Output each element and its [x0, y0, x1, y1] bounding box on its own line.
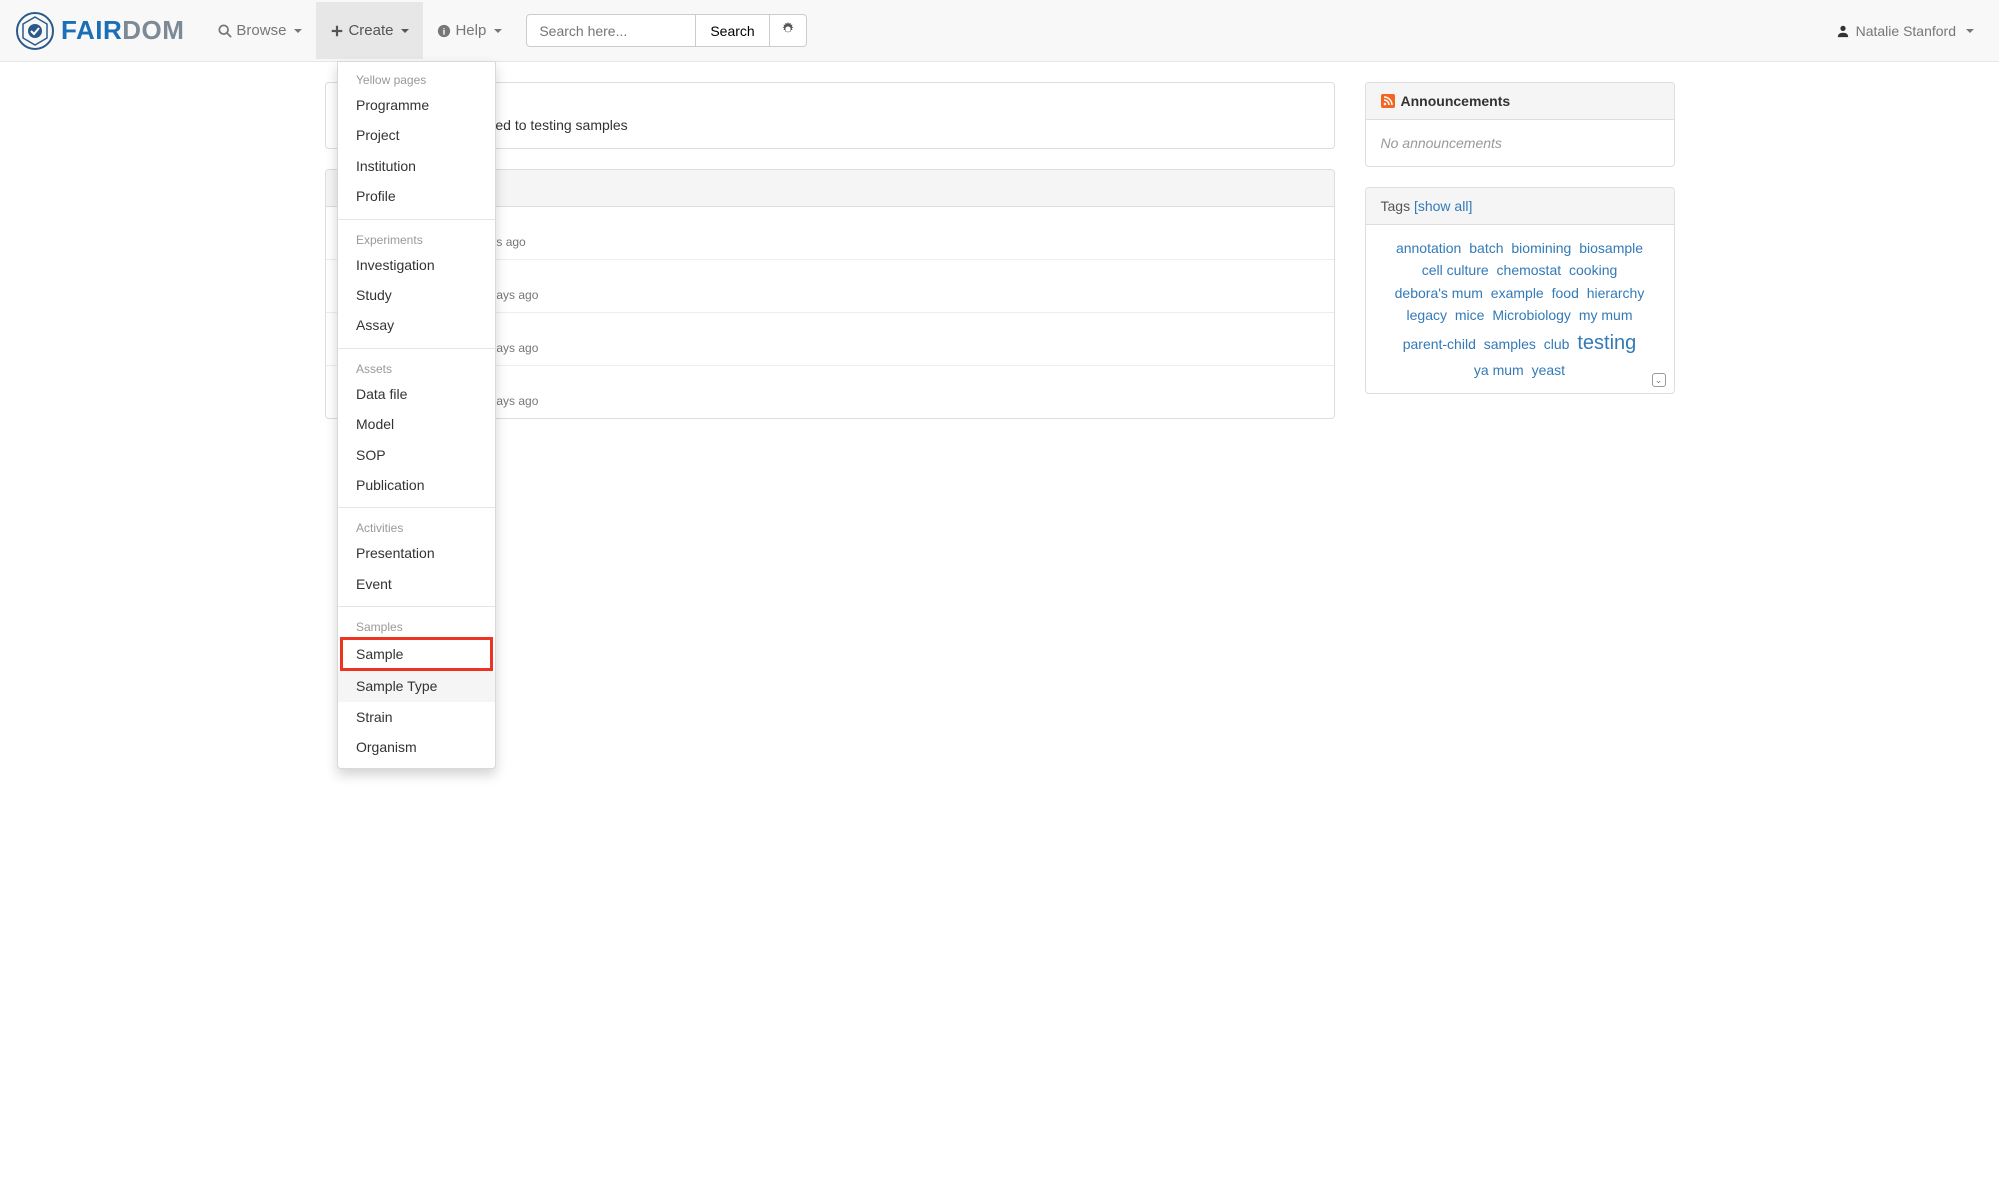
user-menu[interactable]: Natalie Stanford — [1826, 13, 1984, 49]
search-input[interactable] — [526, 14, 696, 47]
expand-tags-icon[interactable]: ⌄ — [1652, 373, 1666, 387]
search-button[interactable]: Search — [696, 14, 769, 47]
plus-icon — [330, 24, 344, 38]
create-dropdown: Yellow pagesProgrammeProjectInstitutionP… — [337, 61, 496, 769]
create-menu-publication[interactable]: Publication — [338, 470, 495, 500]
create-menu-profile[interactable]: Profile — [338, 181, 495, 211]
user-name: Natalie Stanford — [1856, 23, 1956, 39]
create-menu-assay[interactable]: Assay — [338, 310, 495, 340]
create-menu-study[interactable]: Study — [338, 280, 495, 310]
create-menu-organism[interactable]: Organism — [338, 732, 495, 762]
nav-help[interactable]: i Help — [423, 2, 516, 59]
tag-samples[interactable]: samples — [1484, 333, 1536, 355]
search-icon — [218, 24, 232, 38]
announcements-panel: Announcements No announcements — [1365, 82, 1675, 167]
create-menu-presentation[interactable]: Presentation — [338, 538, 495, 568]
tag-food[interactable]: food — [1552, 282, 1579, 304]
tag-yeast[interactable]: yeast — [1532, 359, 1565, 381]
tag-parent-child[interactable]: parent-child — [1403, 333, 1476, 355]
create-menu-sample[interactable]: Sample — [340, 637, 493, 671]
create-menu-institution[interactable]: Institution — [338, 151, 495, 181]
announcements-empty: No announcements — [1381, 135, 1502, 151]
tag-cell-culture[interactable]: cell culture — [1422, 259, 1489, 281]
create-menu-project[interactable]: Project — [338, 120, 495, 150]
dropdown-divider — [338, 348, 495, 349]
fairdom-logo-icon — [15, 11, 55, 51]
logo[interactable]: FAIRDOM — [15, 11, 184, 51]
search-settings-button[interactable] — [770, 14, 807, 47]
tags-show-all[interactable]: [show all] — [1414, 198, 1472, 214]
create-menu-sample-type[interactable]: Sample Type — [338, 671, 495, 701]
dropdown-divider — [338, 606, 495, 607]
tag-my-mum[interactable]: my mum — [1579, 304, 1633, 326]
tag-hierarchy[interactable]: hierarchy — [1587, 282, 1645, 304]
tag-microbiology[interactable]: Microbiology — [1492, 304, 1571, 326]
rss-icon[interactable] — [1381, 94, 1395, 108]
tags-panel: Tags [show all] annotation batch biomini… — [1365, 187, 1675, 394]
create-menu-strain[interactable]: Strain — [338, 702, 495, 732]
create-menu-programme[interactable]: Programme — [338, 90, 495, 120]
info-icon: i — [437, 24, 451, 38]
tags-heading: Tags — [1381, 198, 1411, 214]
dropdown-header: Assets — [338, 356, 495, 379]
tag-ya-mum[interactable]: ya mum — [1474, 359, 1524, 381]
gear-icon — [781, 22, 795, 36]
user-icon — [1836, 24, 1850, 38]
dropdown-divider — [338, 507, 495, 508]
tag-annotation[interactable]: annotation — [1396, 237, 1461, 259]
tag-batch[interactable]: batch — [1469, 237, 1503, 259]
tag-legacy[interactable]: legacy — [1407, 304, 1447, 326]
tag-club[interactable]: club — [1544, 333, 1570, 355]
dropdown-header: Experiments — [338, 227, 495, 250]
caret-icon — [1966, 29, 1974, 33]
caret-icon — [494, 29, 502, 33]
caret-icon — [401, 29, 409, 33]
tag-biosample[interactable]: biosample — [1579, 237, 1643, 259]
announcements-heading: Announcements — [1401, 93, 1511, 109]
tag-testing[interactable]: testing — [1577, 327, 1636, 359]
caret-icon — [294, 29, 302, 33]
create-menu-data-file[interactable]: Data file — [338, 379, 495, 409]
logo-text: FAIRDOM — [61, 15, 184, 46]
tag-cooking[interactable]: cooking — [1569, 259, 1617, 281]
tag-chemostat[interactable]: chemostat — [1497, 259, 1562, 281]
create-menu-investigation[interactable]: Investigation — [338, 250, 495, 280]
tag-example[interactable]: example — [1491, 282, 1544, 304]
tag-debora-s-mum[interactable]: debora's mum — [1395, 282, 1483, 304]
nav-browse-label: Browse — [236, 22, 286, 39]
nav-browse[interactable]: Browse — [204, 2, 316, 59]
create-menu-sop[interactable]: SOP — [338, 440, 495, 470]
dropdown-header: Activities — [338, 515, 495, 538]
nav-create[interactable]: Create — [316, 2, 423, 59]
create-menu-event[interactable]: Event — [338, 569, 495, 599]
create-menu-model[interactable]: Model — [338, 409, 495, 439]
tag-mice[interactable]: mice — [1455, 304, 1485, 326]
dropdown-divider — [338, 219, 495, 220]
svg-text:i: i — [443, 26, 446, 37]
nav-create-label: Create — [348, 22, 393, 39]
dropdown-header: Yellow pages — [338, 67, 495, 90]
tag-biomining[interactable]: biomining — [1511, 237, 1571, 259]
dropdown-header: Samples — [338, 614, 495, 637]
nav-help-label: Help — [455, 22, 486, 39]
